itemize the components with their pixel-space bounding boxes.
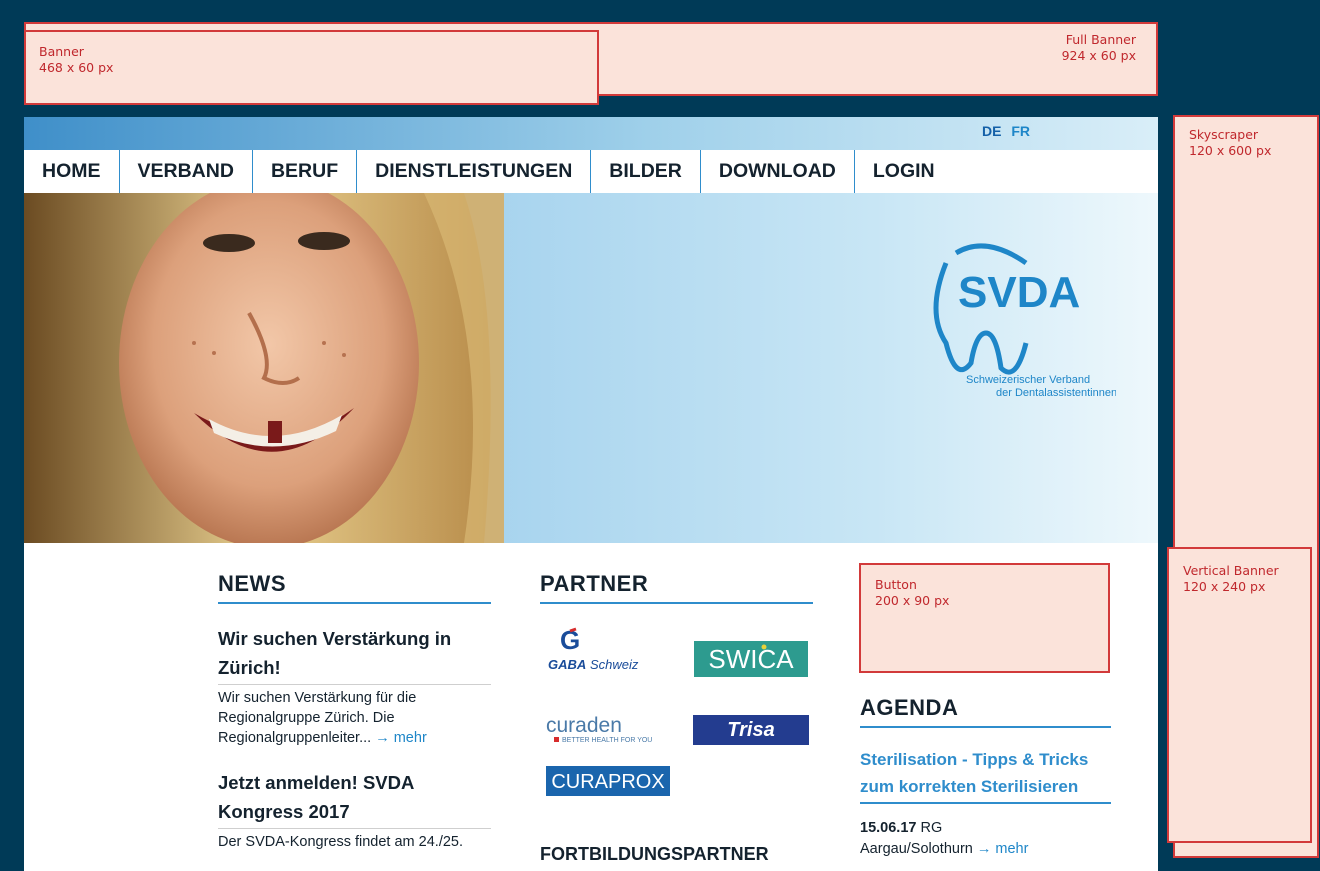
svg-text:CURAPROX: CURAPROX xyxy=(551,771,664,793)
vertical-banner-title: Vertical Banner xyxy=(1183,563,1279,578)
swica-logo: SWICA xyxy=(694,641,808,677)
lang-fr-link[interactable]: FR xyxy=(1011,123,1030,139)
event-title-line: Sterilisation - Tipps & Tricks xyxy=(860,750,1089,769)
trisa-logo-link[interactable]: Trisa xyxy=(693,715,809,745)
swica-logo-link[interactable]: SWICA xyxy=(694,641,808,677)
news-heading: NEWS xyxy=(218,571,491,604)
news-title-line: Jetzt anmelden! SVDA xyxy=(218,772,415,793)
banner-title: Banner xyxy=(39,44,84,59)
logo-tagline-1: Schweizerischer Verband xyxy=(966,374,1090,386)
banner-ad-slot: Banner 468 x 60 px xyxy=(24,30,599,105)
top-bar: DE FR xyxy=(24,117,1158,150)
news-item-title[interactable]: Jetzt anmelden! SVDA Kongress 2017 xyxy=(218,768,491,829)
nav-download[interactable]: DOWNLOAD xyxy=(701,150,855,193)
website-frame: DE FR HOME VERBAND BERUF DIENSTLEISTUNGE… xyxy=(24,117,1158,871)
nav-home[interactable]: HOME xyxy=(24,150,120,193)
news-item: Wir suchen Verstärkung in Zürich! Wir su… xyxy=(218,624,491,748)
agenda-event-title[interactable]: Sterilisation - Tipps & Tricks zum korre… xyxy=(860,746,1111,804)
main-navigation: HOME VERBAND BERUF DIENSTLEISTUNGEN BILD… xyxy=(24,150,1158,193)
event-place: RG xyxy=(920,820,943,836)
news-item: Jetzt anmelden! SVDA Kongress 2017 Der S… xyxy=(218,768,491,852)
skyscraper-title: Skyscraper xyxy=(1189,127,1259,142)
excerpt-line: Regionalgruppenleiter... xyxy=(218,730,372,746)
gaba-logo: G GABA Schweiz xyxy=(548,625,639,672)
svg-text:SWICA: SWICA xyxy=(708,644,794,674)
nav-login[interactable]: LOGIN xyxy=(855,150,953,193)
svg-text:BETTER HEALTH FOR YOU: BETTER HEALTH FOR YOU xyxy=(562,737,652,744)
news-item-excerpt: Der SVDA-Kongress findet am 24./25. xyxy=(218,832,491,852)
excerpt-line: Wir suchen Verstärkung für die xyxy=(218,690,417,706)
agenda-column: AGENDA Sterilisation - Tipps & Tricks zu… xyxy=(860,695,1111,860)
skyscraper-size: 120 x 600 px xyxy=(1189,143,1272,158)
curaden-logo: curaden BETTER HEALTH FOR YOU xyxy=(546,714,652,744)
vertical-banner-ad-slot: Vertical Banner 120 x 240 px xyxy=(1167,547,1312,843)
curaprox-logo: CURAPROX xyxy=(546,766,670,796)
button-ad-title: Button xyxy=(875,577,917,592)
nav-bilder[interactable]: BILDER xyxy=(591,150,701,193)
event-title-line: zum korrekten Sterilisieren xyxy=(860,777,1079,796)
news-title-line: Kongress 2017 xyxy=(218,801,350,822)
language-switcher: DE FR xyxy=(982,123,1036,139)
button-ad-size: 200 x 90 px xyxy=(875,593,950,608)
svg-text:Schweiz: Schweiz xyxy=(590,657,639,672)
agenda-more-link[interactable]: → mehr xyxy=(977,841,1029,857)
news-column: NEWS Wir suchen Verstärkung in Zürich! W… xyxy=(218,571,491,852)
event-place: Aargau/Solothurn xyxy=(860,841,973,857)
excerpt-line: Regionalgruppe Zürich. Die xyxy=(218,710,395,726)
news-item-title[interactable]: Wir suchen Verstärkung in Zürich! xyxy=(218,624,491,685)
news-title-line: Wir suchen Verstärkung in xyxy=(218,628,452,649)
nav-verband[interactable]: VERBAND xyxy=(120,150,253,193)
svda-tooth-logo: SVDA Schweizerischer Verband der Dentala… xyxy=(933,243,1116,399)
smiling-girl-photo xyxy=(24,193,504,543)
agenda-event-meta: 15.06.17 RG Aargau/Solothurn → mehr xyxy=(860,818,1111,860)
news-more-link[interactable]: → mehr xyxy=(375,730,427,746)
curaden-logo-link[interactable]: curaden BETTER HEALTH FOR YOU xyxy=(546,712,670,748)
button-ad-slot: Button 200 x 90 px xyxy=(859,563,1110,673)
svg-text:curaden: curaden xyxy=(546,714,622,737)
curaprox-logo-link[interactable]: CURAPROX xyxy=(546,766,670,796)
gaba-logo-link[interactable]: G GABA Schweiz xyxy=(548,625,668,679)
trisa-logo: Trisa xyxy=(693,715,809,745)
svg-text:GABA: GABA xyxy=(548,657,586,672)
vertical-banner-size: 120 x 240 px xyxy=(1183,579,1266,594)
logo-text: SVDA xyxy=(958,268,1080,317)
news-item-excerpt: Wir suchen Verstärkung für die Regionalg… xyxy=(218,688,491,748)
banner-size: 468 x 60 px xyxy=(39,60,114,75)
agenda-heading: AGENDA xyxy=(860,695,1111,728)
excerpt-line: Der SVDA-Kongress findet am 24./25. xyxy=(218,834,464,850)
svg-text:Trisa: Trisa xyxy=(727,719,774,741)
hero-image: SVDA Schweizerischer Verband der Dentala… xyxy=(24,193,1158,543)
partner-column: PARTNER G GABA Schweiz SWICA curaden BET… xyxy=(540,571,813,796)
nav-beruf[interactable]: BERUF xyxy=(253,150,358,193)
fortbildungspartner-heading: FORTBILDUNGSPARTNER xyxy=(540,844,769,864)
lang-de-link[interactable]: DE xyxy=(982,123,1001,139)
partner-heading: PARTNER xyxy=(540,571,813,604)
logo-tagline-2: der Dentalassistentinnen xyxy=(996,387,1116,399)
news-title-line: Zürich! xyxy=(218,657,281,678)
nav-dienstleistungen[interactable]: DIENSTLEISTUNGEN xyxy=(357,150,592,193)
event-date: 15.06.17 xyxy=(860,820,917,836)
